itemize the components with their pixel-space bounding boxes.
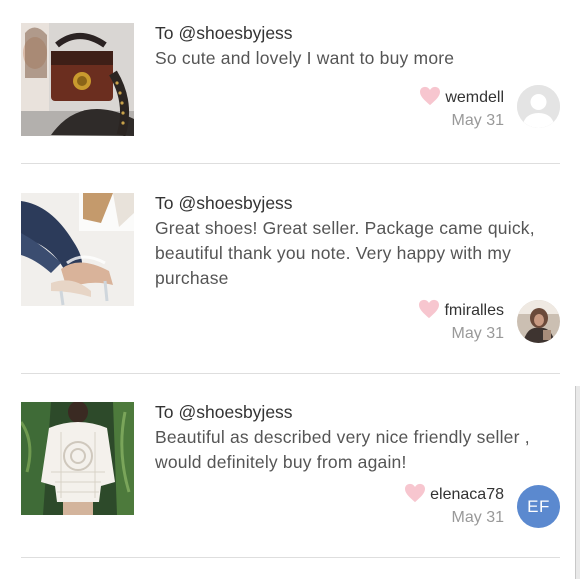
listing-thumbnail-heels[interactable] xyxy=(21,193,134,306)
review-recipient: To @shoesbyjess xyxy=(155,21,560,46)
review-date: May 31 xyxy=(451,112,504,129)
avatar[interactable]: EF xyxy=(517,485,560,528)
listing-thumbnail-handbag[interactable] xyxy=(21,23,134,136)
clear-heels-photo xyxy=(21,193,134,306)
reviewer-username-link[interactable]: wemdell xyxy=(445,89,504,106)
review-recipient: To @shoesbyjess xyxy=(155,191,560,216)
avatar[interactable] xyxy=(517,85,560,128)
review-recipient: To @shoesbyjess xyxy=(155,400,560,425)
review-meta: fmiralles May 31 xyxy=(418,299,504,345)
reviewer-username-link[interactable]: elenaca78 xyxy=(430,486,504,503)
avatar[interactable] xyxy=(517,300,560,343)
review-comment: So cute and lovely I want to buy more xyxy=(155,48,455,68)
review-comment: Great shoes! Great seller. Package came … xyxy=(155,218,535,288)
user-photo xyxy=(517,300,560,343)
heart-icon xyxy=(419,299,440,319)
handbag-photo xyxy=(21,23,134,136)
recipient-handle-link[interactable]: @shoesbyjess xyxy=(178,402,292,422)
divider xyxy=(21,373,560,374)
crochet-top-photo xyxy=(21,402,134,515)
divider xyxy=(21,557,560,558)
review-meta: wemdell May 31 xyxy=(419,86,504,132)
avatar-initials: EF xyxy=(527,497,550,516)
to-prefix: To xyxy=(155,193,174,213)
divider xyxy=(21,163,560,164)
review-date: May 31 xyxy=(451,325,504,342)
recipient-handle-link[interactable]: @shoesbyjess xyxy=(178,193,292,213)
love-notes-page: To @shoesbyjess So cute and lovely I want… xyxy=(0,0,580,579)
listing-thumbnail-crochet-top[interactable] xyxy=(21,402,134,515)
scrollbar[interactable] xyxy=(575,386,580,579)
review-meta: elenaca78 May 31 xyxy=(404,483,504,529)
heart-icon xyxy=(405,483,426,503)
review-date: May 31 xyxy=(451,509,504,526)
to-prefix: To xyxy=(155,402,174,422)
review-comment: Beautiful as described very nice friendl… xyxy=(155,427,530,472)
heart-icon xyxy=(420,86,441,106)
default-user-icon xyxy=(517,85,560,128)
reviewer-username-link[interactable]: fmiralles xyxy=(444,302,504,319)
to-prefix: To xyxy=(155,23,174,43)
recipient-handle-link[interactable]: @shoesbyjess xyxy=(178,23,292,43)
